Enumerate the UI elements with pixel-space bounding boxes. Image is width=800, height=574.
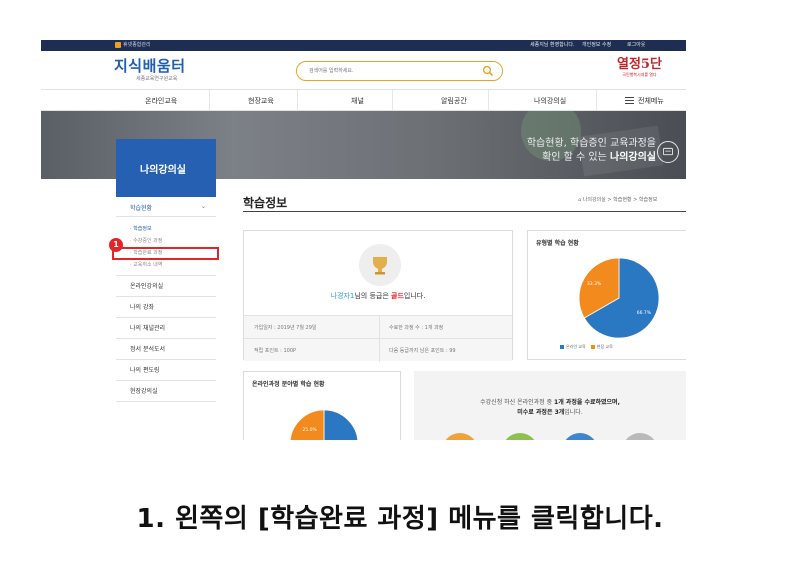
sidebar-title: 나의강의실: [116, 139, 216, 197]
type-chart-card: 유형별 학습 현황 66.7% 33.3% 온라인 교육 현장 교육: [527, 230, 686, 360]
slogan-subtitle: 국민행복시대를 열다: [622, 72, 657, 77]
banner-line-2: 확인 할 수 있는 나의강의실: [542, 152, 656, 163]
highlight-box: [112, 247, 219, 260]
instruction-caption: 1. 왼쪽의 [학습완료 과정] 메뉴를 클릭합니다.: [136, 504, 664, 534]
status-circle: [442, 433, 478, 440]
join-date: 가입일자 : 2019년 7월 29일: [254, 325, 317, 331]
app-window: 휴넷종합관리 세종지님 환영합니다. 개인정보 수정 로그아웃 지식배움터 세종…: [41, 40, 686, 440]
pie-slice: [289, 409, 325, 440]
banner-highlight: 나의강의실: [610, 152, 656, 163]
type-chart-title: 유형별 학습 현황: [536, 240, 579, 247]
banner-message: 학습현황, 학습증인 교육과정을 확인 할 수 있는 나의강의실: [496, 137, 656, 165]
completion-notice: 수강신청 하신 온라인과정 중 1개 과정을 수료하였으며, 미수료 과정은 3…: [414, 371, 686, 440]
chart-legend: 온라인 교육 현장 교육: [560, 344, 613, 350]
status-circle: [622, 433, 658, 440]
logo-title: 지식배움터: [114, 57, 186, 75]
sidebar-item-field-classroom[interactable]: 현장강의실: [116, 381, 216, 402]
completed-count: 수료한 과정 수 : 1개 과정: [389, 325, 444, 331]
search-input[interactable]: [309, 65, 469, 77]
legend-online: 온라인 교육: [566, 344, 586, 349]
nav-field-education[interactable]: 현장교육: [248, 96, 274, 106]
notice-line-1: 수강신청 하신 온라인과정 중 1개 과정을 수료하였으며,: [480, 399, 620, 406]
legend-field: 현장 교육: [596, 344, 613, 349]
status-circle: [502, 433, 538, 440]
top-utility-bar: 휴넷종합관리 세종지님 환영합니다. 개인정보 수정 로그아웃: [41, 40, 686, 51]
step-badge: 1: [109, 238, 123, 252]
notice-line-2: 미수료 과정은 3개입니다.: [517, 409, 583, 416]
pie-label: 25.0%: [302, 427, 317, 433]
privacy-link[interactable]: 개인정보 수정: [582, 41, 611, 48]
global-nav: 온라인교육 현장교육 채널 알림공간 나의강의실 전체메뉴: [41, 89, 686, 111]
field-pie-chart: 25.0%: [289, 409, 359, 440]
sidebar-nav: 학습현황 ⌄ · 학습정보 · 수강중인 과정 · 학습완료 과정 · 교육취소…: [116, 197, 216, 402]
nav-my-classroom[interactable]: 나의강의실: [534, 96, 566, 106]
banner-line-1: 학습현황, 학습증인 교육과정을: [526, 138, 656, 149]
classroom-icon: [657, 141, 679, 163]
hamburger-icon[interactable]: [625, 97, 634, 104]
home-icon[interactable]: ⌂: [578, 197, 581, 203]
welcome-text: 세종지님 환영합니다.: [530, 42, 575, 48]
site-header: 지식배움터 세종교육연구원교육 열정5단 국민행복시대를 열다: [41, 51, 686, 89]
sidebar-section-label: 학습현황: [130, 205, 153, 212]
legend-swatch: [590, 345, 595, 349]
nav-all-menu[interactable]: 전체메뉴: [638, 96, 664, 106]
topbar-brand[interactable]: 휴넷종합관리: [115, 41, 151, 48]
field-chart-card: 온라인과정 분야별 학습 현황 25.0%: [243, 371, 401, 440]
nav-notice-space[interactable]: 알림공간: [441, 96, 467, 106]
nav-divider: [392, 90, 393, 110]
slogan-title: 열정5단: [617, 57, 662, 72]
search-icon[interactable]: [482, 65, 494, 77]
next-level-points: 다음 등급까지 남은 포인트 : 99: [389, 348, 456, 354]
sidebar-item-cancelled[interactable]: · 교육취소 내역: [116, 259, 216, 271]
nav-divider: [297, 90, 298, 110]
logout-link[interactable]: 로그아웃: [627, 41, 645, 48]
brand-mark-icon: [115, 41, 121, 48]
slogan-banner[interactable]: 열정5단 국민행복시대를 열다: [617, 57, 662, 78]
sidebar-item-book-analysis[interactable]: 정서 분석도서: [116, 339, 216, 360]
points: 적립 포인트 : 100P: [254, 348, 297, 354]
grade-card: 나경자1님의 등급은 골드입니다. 가입일자 : 2019년 7월 29일 수료…: [243, 230, 513, 362]
page-title: 학습정보: [243, 196, 288, 210]
logo-subtitle: 세종교육연구원교육: [136, 76, 178, 82]
site-logo[interactable]: 지식배움터 세종교육연구원교육: [114, 57, 186, 83]
pie-label: 33.3%: [587, 281, 602, 287]
sidebar-item-in-progress[interactable]: · 수강중인 과정: [116, 235, 216, 247]
nav-divider: [209, 90, 210, 110]
chevron-down-icon: ⌄: [200, 203, 206, 210]
grade-text: 나경자1님의 등급은 골드입니다.: [330, 292, 426, 300]
nav-divider: [596, 90, 597, 110]
trophy-icon: [359, 244, 401, 286]
sidebar-item-learning-info[interactable]: · 학습정보: [116, 223, 216, 235]
search-box: [296, 61, 503, 81]
stats-divider: [379, 316, 380, 362]
stats-divider: [244, 338, 512, 339]
nav-divider: [488, 90, 489, 110]
legend-swatch: [560, 345, 564, 349]
nav-online-education[interactable]: 온라인교육: [145, 96, 177, 106]
sidebar-item-online-classroom[interactable]: 온라인강의실: [116, 276, 216, 297]
status-circle: [562, 433, 598, 440]
breadcrumb: ⌂ 나의강의실 > 학습현황 > 학습정보: [578, 197, 658, 203]
title-divider: [243, 211, 686, 212]
nav-channel[interactable]: 채널: [351, 96, 364, 106]
user-name: 나경자1: [330, 292, 355, 300]
type-pie-chart: 66.7% 33.3%: [578, 257, 660, 339]
pie-label: 66.7%: [637, 310, 652, 316]
field-chart-title: 온라인과정 분야별 학습 현황: [252, 381, 325, 388]
sidebar-item-my-links[interactable]: 나의 편도링: [116, 360, 216, 381]
stats-grid: 가입일자 : 2019년 7월 29일 수료한 과정 수 : 1개 과정 적립 …: [244, 315, 512, 362]
sidebar-section-learning-status[interactable]: 학습현황 ⌄: [116, 197, 216, 217]
sidebar-item-my-courses[interactable]: 나의 강좌: [116, 297, 216, 318]
grade-level: 골드: [391, 292, 404, 300]
sidebar-item-my-channel[interactable]: 나의 채널관리: [116, 318, 216, 339]
